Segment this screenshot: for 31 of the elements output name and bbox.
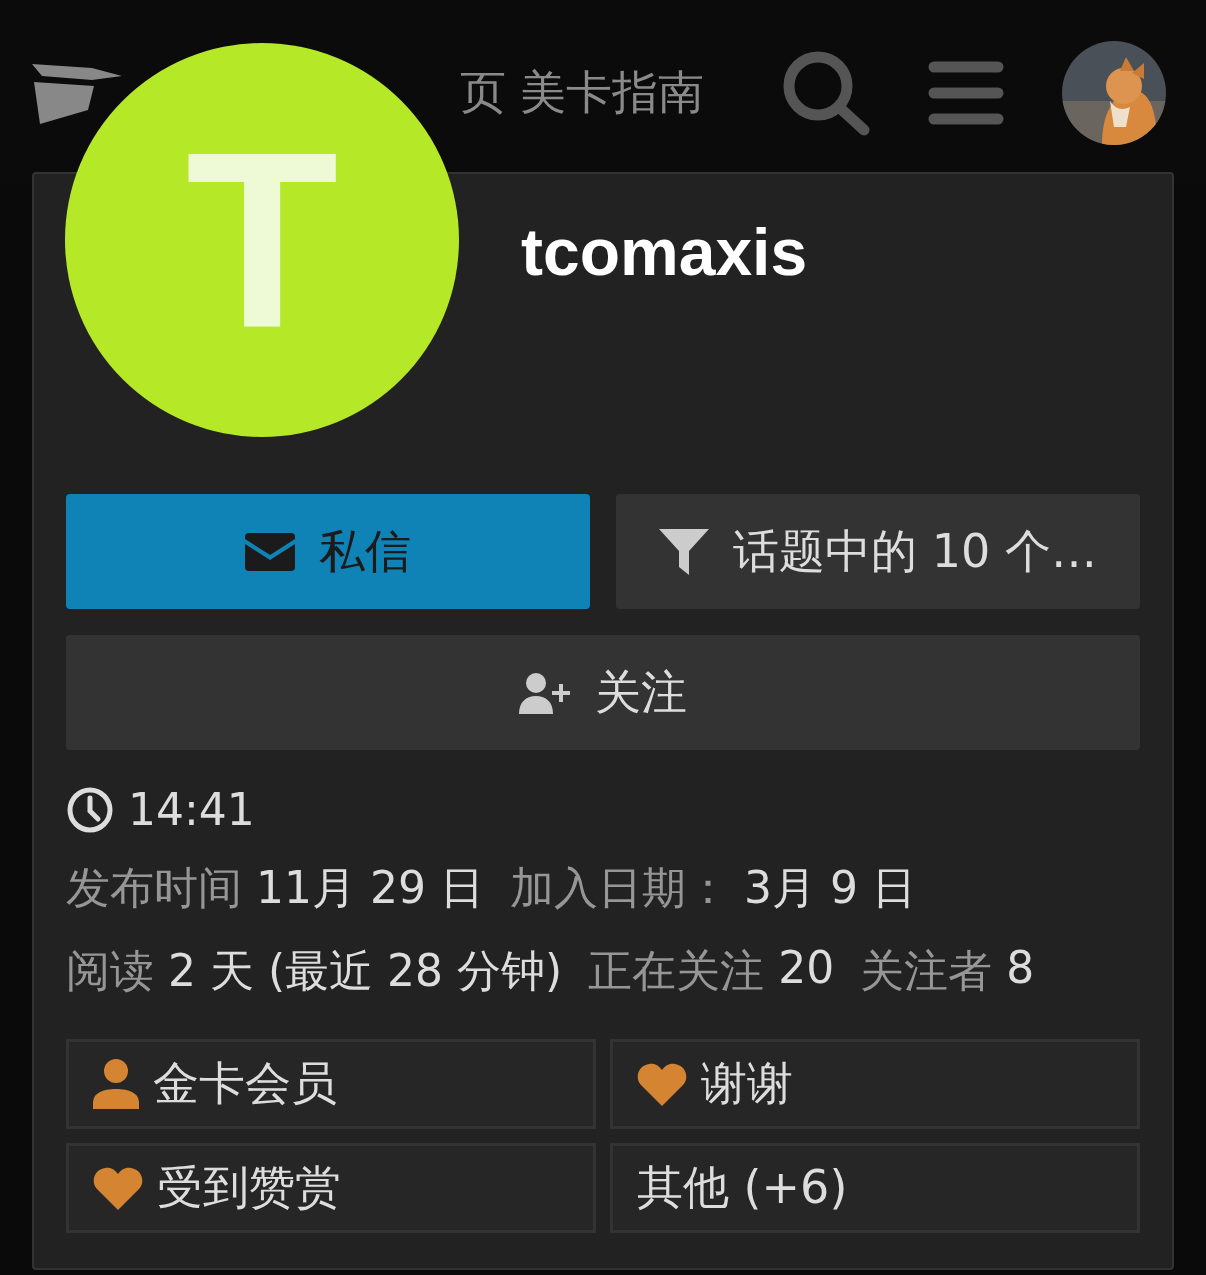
stat-value: 3月 9 日 [743, 861, 916, 915]
stat-value: 11月 29 日 [256, 861, 484, 915]
stat-value: 2 天 (最近 28 分钟) [168, 944, 563, 998]
heart-icon [637, 1062, 687, 1106]
user-badge[interactable]: 谢谢 [610, 1039, 1140, 1129]
nav-link[interactable]: 页 [460, 61, 506, 124]
menu-icon[interactable] [928, 60, 1004, 125]
add-user-icon [519, 671, 571, 714]
filter-button[interactable]: 话题中的 10 个… [616, 494, 1140, 609]
stat-label: 发布时间 [66, 861, 242, 915]
message-button[interactable]: 私信 [66, 494, 590, 609]
clock-icon [66, 785, 114, 834]
heart-icon [93, 1166, 143, 1210]
stat-label: 阅读 [66, 944, 154, 998]
nav-link[interactable]: 美卡指南 [520, 61, 704, 124]
user-icon [93, 1059, 139, 1109]
user-badge[interactable]: 金卡会员 [66, 1039, 596, 1129]
user-badge[interactable]: 其他 (+6) [610, 1143, 1140, 1233]
envelope-icon [245, 532, 295, 571]
stat-label: 关注者 [860, 944, 993, 998]
filter-icon [659, 528, 710, 575]
search-icon[interactable] [782, 49, 870, 136]
local-time: 14:41 [128, 784, 255, 835]
stat-label: 加入日期： [509, 861, 730, 915]
stat-value: 8 [1006, 942, 1035, 995]
stat-value: 20 [778, 942, 835, 995]
follow-button[interactable]: 关注 [66, 635, 1140, 750]
user-badge[interactable]: 受到赞赏 [66, 1143, 596, 1233]
user-avatar: T [65, 43, 459, 437]
username: tcomaxis [521, 214, 809, 291]
stat-label: 正在关注 [588, 944, 765, 998]
